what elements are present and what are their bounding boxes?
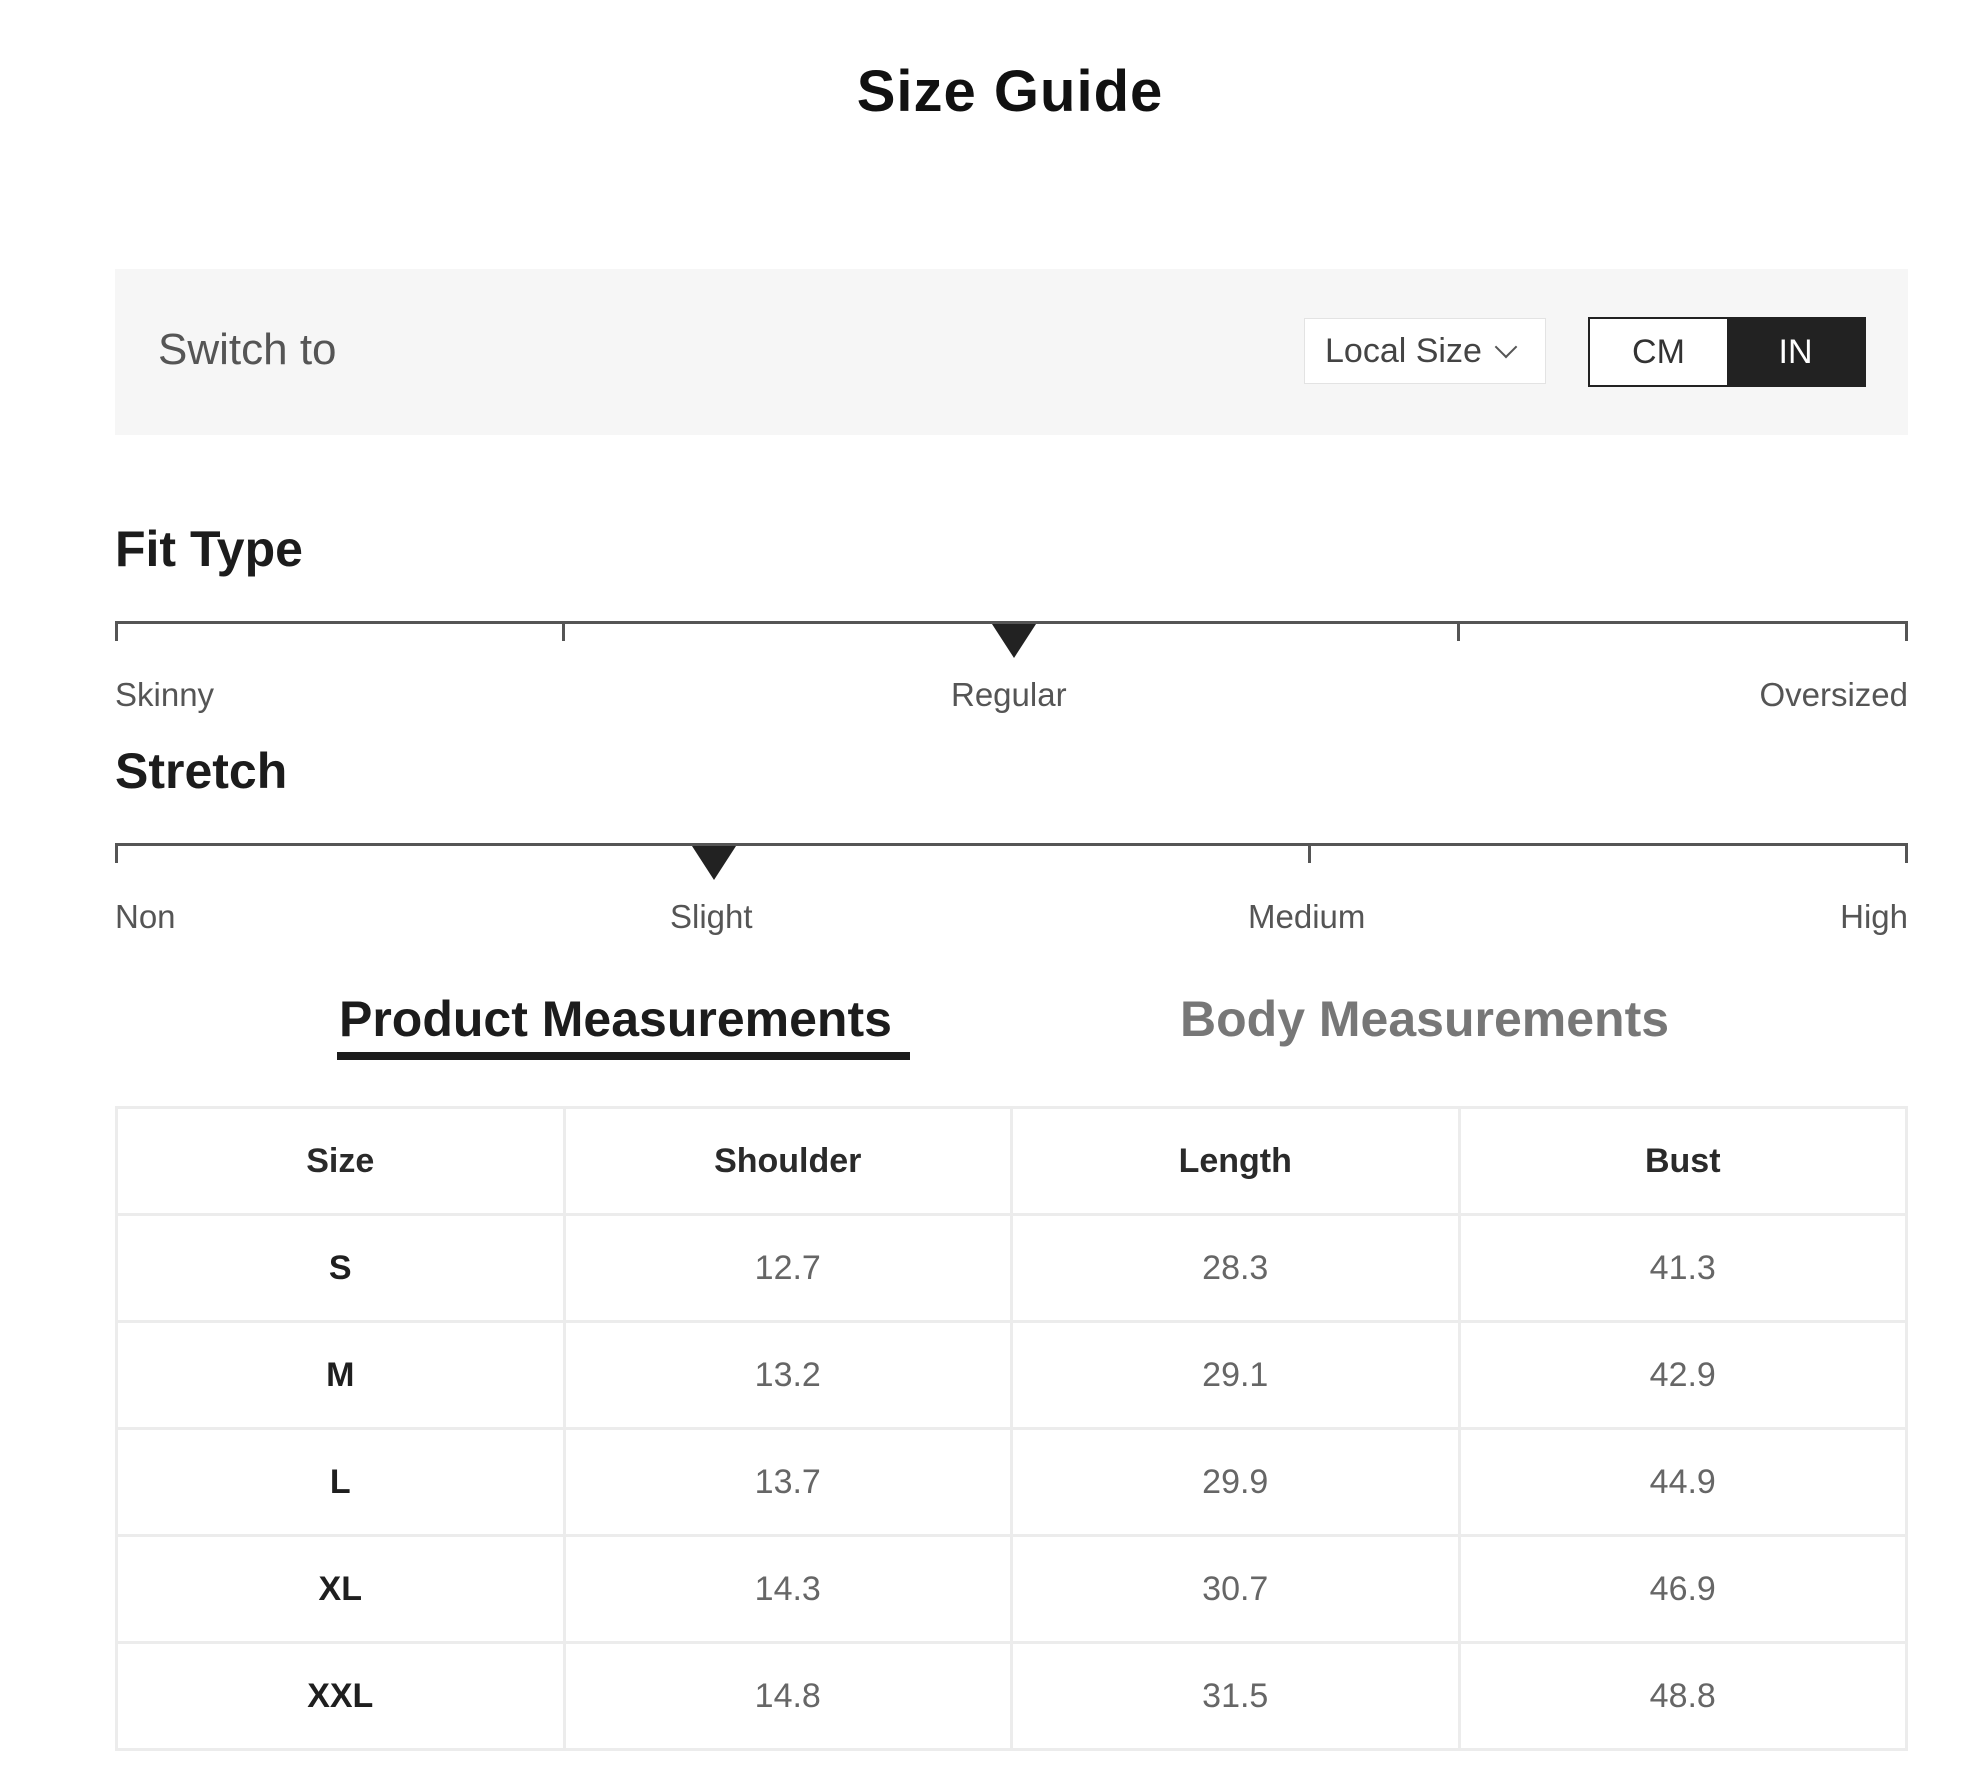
- stretch-label-non: Non: [115, 898, 176, 935]
- shoulder-cell: 12.7: [562, 1213, 1013, 1323]
- active-tab-underline: [337, 1052, 910, 1060]
- stretch-label-slight: Slight: [670, 898, 753, 935]
- size-cell: XL: [115, 1534, 566, 1644]
- length-cell: 29.9: [1010, 1427, 1461, 1537]
- stretch-tick: [115, 843, 118, 863]
- fit-type-tick: [115, 621, 118, 641]
- switch-to-label: Switch to: [158, 325, 337, 374]
- unit-in-button[interactable]: IN: [1727, 319, 1864, 385]
- tab-product-measurements[interactable]: Product Measurements: [339, 990, 892, 1048]
- bust-cell: 41.3: [1457, 1213, 1908, 1323]
- shoulder-cell: 14.8: [562, 1641, 1013, 1751]
- page-title: Size Guide: [856, 59, 1164, 124]
- table-row: M 13.2 29.1 42.9: [115, 1320, 1908, 1430]
- length-cell: 31.5: [1010, 1641, 1461, 1751]
- stretch-scale: Non Slight Medium High: [115, 843, 1908, 935]
- size-table: Size Shoulder Length Bust S 12.7 28.3 41…: [115, 1106, 1908, 1751]
- stretch-label-high: High: [1840, 898, 1908, 935]
- shoulder-cell: 13.7: [562, 1427, 1013, 1537]
- stretch-label-medium: Medium: [1248, 898, 1366, 935]
- size-cell: XXL: [115, 1641, 566, 1751]
- fit-type-label-skinny: Skinny: [115, 676, 215, 713]
- stretch-scale-line: [115, 843, 1908, 846]
- shoulder-cell: 14.3: [562, 1534, 1013, 1644]
- stretch-tick: [1308, 843, 1311, 863]
- fit-type-label-regular: Regular: [951, 676, 1067, 713]
- bust-cell: 46.9: [1457, 1534, 1908, 1644]
- fit-type-heading: Fit Type: [115, 521, 303, 577]
- bust-cell: 42.9: [1457, 1320, 1908, 1430]
- size-cell: L: [115, 1427, 566, 1537]
- fit-type-marker-icon: [991, 624, 1036, 658]
- length-cell: 28.3: [1010, 1213, 1461, 1323]
- stretch-tick: [1905, 843, 1908, 863]
- unit-toggle[interactable]: CM IN: [1588, 317, 1866, 387]
- bust-cell: 44.9: [1457, 1427, 1908, 1537]
- chevron-down-icon: [1494, 335, 1518, 359]
- table-row: XL 14.3 30.7 46.9: [115, 1534, 1908, 1644]
- fit-type-tick: [1457, 621, 1460, 641]
- size-cell: S: [115, 1213, 566, 1323]
- table-row: L 13.7 29.9 44.9: [115, 1427, 1908, 1537]
- fit-type-label-oversized: Oversized: [1759, 676, 1908, 713]
- stretch-heading: Stretch: [115, 743, 288, 799]
- shoulder-cell: 13.2: [562, 1320, 1013, 1430]
- tab-body-measurements[interactable]: Body Measurements: [1180, 990, 1669, 1048]
- fit-type-tick: [562, 621, 565, 641]
- local-size-dropdown[interactable]: Local Size: [1304, 318, 1546, 384]
- local-size-selected: Local Size: [1325, 331, 1482, 370]
- column-header-size: Size: [115, 1106, 566, 1216]
- length-cell: 29.1: [1010, 1320, 1461, 1430]
- table-header-row: Size Shoulder Length Bust: [115, 1106, 1908, 1216]
- stretch-marker-icon: [692, 846, 737, 880]
- column-header-shoulder: Shoulder: [562, 1106, 1013, 1216]
- table-row: S 12.7 28.3 41.3: [115, 1213, 1908, 1323]
- length-cell: 30.7: [1010, 1534, 1461, 1644]
- table-row: XXL 14.8 31.5 48.8: [115, 1641, 1908, 1751]
- column-header-bust: Bust: [1457, 1106, 1908, 1216]
- unit-switch-bar: Switch to Local Size CM IN: [115, 269, 1908, 435]
- column-header-length: Length: [1010, 1106, 1461, 1216]
- unit-cm-button[interactable]: CM: [1590, 319, 1727, 385]
- fit-type-scale: Skinny Regular Oversized: [115, 621, 1908, 713]
- bust-cell: 48.8: [1457, 1641, 1908, 1751]
- size-cell: M: [115, 1320, 566, 1430]
- fit-type-tick: [1905, 621, 1908, 641]
